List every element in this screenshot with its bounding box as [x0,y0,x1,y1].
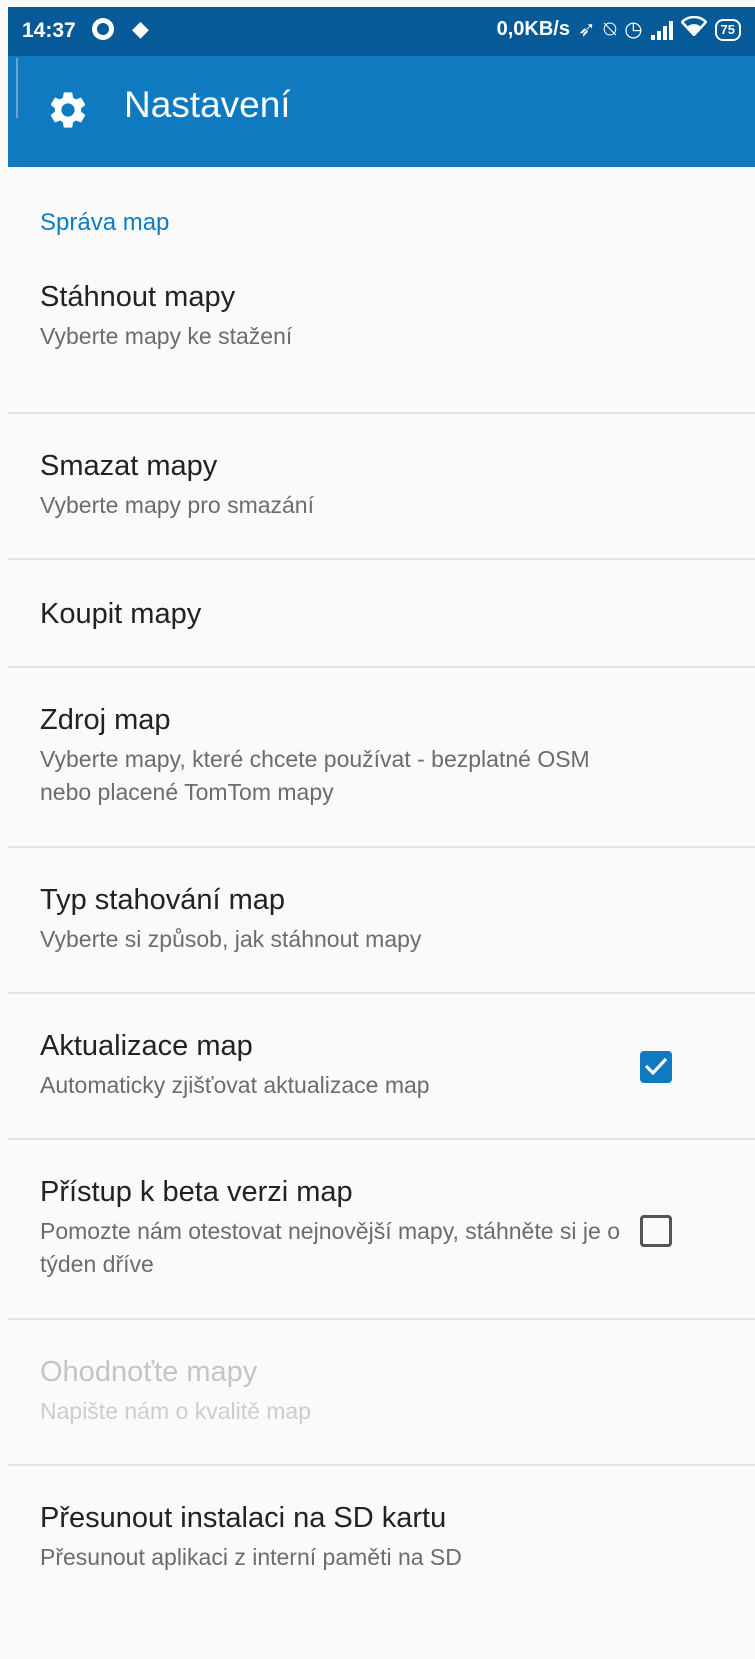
pref-beta-maps[interactable]: Přístup k beta verzi map Pomozte nám ote… [8,1140,755,1320]
app-notification-icon [92,18,114,40]
pref-map-updates[interactable]: Aktualizace map Automaticky zjišťovat ak… [8,994,755,1140]
pref-title: Smazat mapy [40,450,218,482]
pref-title: Stáhnout mapy [40,281,236,313]
network-speed: 0,0KB/s [496,18,570,40]
checkmark-icon [644,1057,668,1076]
pref-rate-maps: Ohodnoťte mapy Napište nám o kvalitě map [8,1320,755,1466]
pref-buy-maps[interactable]: Koupit mapy [8,560,755,668]
pref-title: Zdroj map [40,704,171,736]
app-bar-divider [16,58,18,118]
alarm-icon: ◷ [624,17,643,41]
map-updates-checkbox[interactable] [640,1051,672,1083]
pref-download-type[interactable]: Typ stahování map Vyberte si způsob, jak… [8,848,755,994]
pref-title: Ohodnoťte mapy [40,1356,258,1388]
pref-summary: Vyberte si způsob, jak stáhnout mapy [40,926,422,952]
app-notification-icon-2: ◆ [132,16,149,41]
status-right: 0,0KB/s ➶ ⍉ ◷ 75 [496,15,741,43]
pref-summary: Vyberte mapy, které chcete používat - be… [40,746,590,805]
battery-icon: 75 [714,18,741,41]
pref-summary: Přesunout aplikaci z interní paměti na S… [40,1544,462,1570]
gear-icon [50,92,86,128]
pref-title: Přesunout instalaci na SD kartu [40,1502,447,1534]
status-bar: 14:37 ◆ 0,0KB/s ➶ ⍉ ◷ 75 [8,7,755,56]
pref-summary: Vyberte mapy ke stažení [40,323,293,349]
pref-delete-maps[interactable]: Smazat mapy Vyberte mapy pro smazání [8,414,755,560]
pref-move-to-sd[interactable]: Přesunout instalaci na SD kartu Přesunou… [8,1466,755,1606]
notifications-off-icon: ⍉ [603,17,617,41]
status-time: 14:37 [22,19,76,42]
signal-icon [650,20,673,40]
settings-list: Správa map Stáhnout mapy Vyberte mapy ke… [8,167,755,1606]
pref-download-maps[interactable]: Stáhnout mapy Vyberte mapy ke stažení [8,259,755,414]
pref-summary: Pomozte nám otestovat nejnovější mapy, s… [40,1218,620,1277]
pref-title: Koupit mapy [40,598,202,630]
page-title: Nastavení [124,84,291,125]
app-bar: Nastavení [8,56,755,167]
pref-title: Typ stahování map [40,884,286,916]
beta-maps-checkbox[interactable] [640,1215,672,1247]
pref-summary: Napište nám o kvalitě map [40,1398,312,1424]
section-header-map-management: Správa map [40,209,170,236]
wifi-icon [679,15,708,43]
pref-summary: Automaticky zjišťovat aktualizace map [40,1072,430,1098]
pref-title: Přístup k beta verzi map [40,1176,353,1208]
location-icon: ➶ [577,17,596,41]
pref-map-source[interactable]: Zdroj map Vyberte mapy, které chcete pou… [8,668,755,848]
pref-summary: Vyberte mapy pro smazání [40,492,314,518]
